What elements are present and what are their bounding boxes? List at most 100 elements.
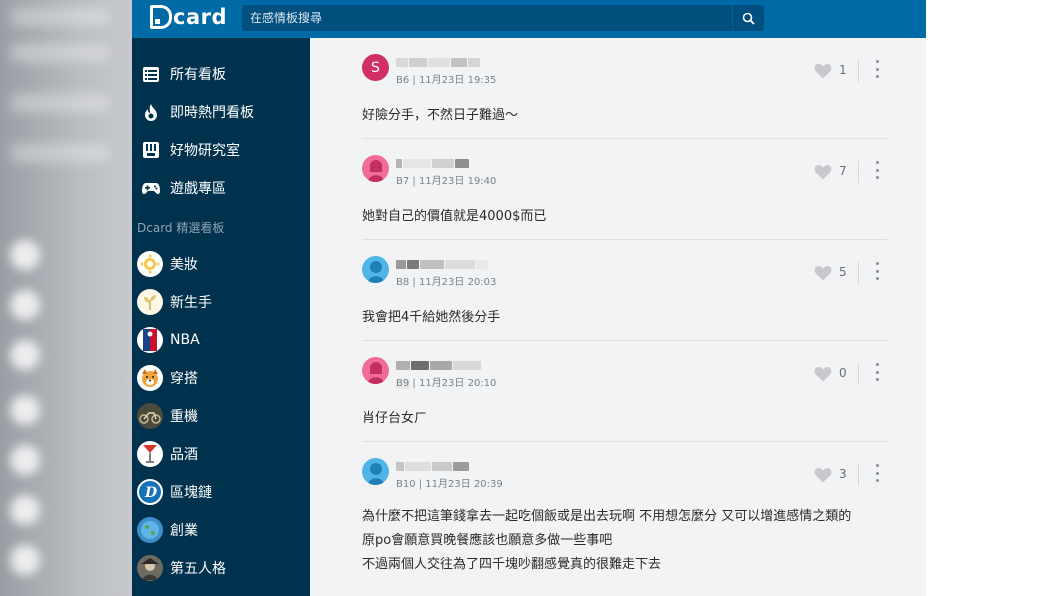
more-dot bbox=[875, 262, 879, 265]
more-options-button[interactable] bbox=[871, 161, 883, 179]
fire-icon bbox=[141, 102, 161, 122]
sidebar-board-blockchain[interactable]: D 區塊鏈 bbox=[132, 475, 310, 509]
blurred-username bbox=[396, 254, 496, 269]
dcard-logo[interactable]: card bbox=[150, 5, 227, 29]
comment-text: 我會把4千給她然後分手 bbox=[362, 310, 501, 325]
comment-meta: B9 | 11月23日 20:10 bbox=[396, 378, 497, 389]
comment-item: B9 | 11月23日 20:10 肖仔台女ㄏ 0 bbox=[362, 357, 887, 442]
sidebar-board-wine[interactable]: 品酒 bbox=[132, 437, 310, 471]
male-avatar-icon bbox=[368, 463, 384, 485]
bitcoin-icon: D bbox=[137, 479, 163, 505]
board-label: 創業 bbox=[170, 523, 198, 539]
sidebar-item-label: 好物研究室 bbox=[170, 143, 240, 159]
comment-meta: B6 | 11月23日 19:35 bbox=[396, 75, 497, 86]
makeup-icon bbox=[137, 251, 163, 277]
like-button[interactable] bbox=[814, 164, 832, 180]
board-label: NBA bbox=[170, 332, 200, 348]
board-label: 美妝 bbox=[170, 257, 198, 273]
comment-item: B7 | 11月23日 19:40 她對自己的價值就是4000$而已 7 bbox=[362, 155, 887, 240]
comment-meta: B8 | 11月23日 20:03 bbox=[396, 277, 497, 288]
heart-icon bbox=[814, 165, 832, 180]
sidebar-item-goods-lab[interactable]: 好物研究室 bbox=[132, 133, 310, 167]
board-label: 重機 bbox=[170, 409, 198, 425]
sidebar-item-label: 所有看板 bbox=[170, 67, 226, 83]
more-dot bbox=[875, 176, 879, 179]
search-bar bbox=[242, 5, 764, 31]
search-input[interactable] bbox=[242, 5, 732, 31]
more-dot bbox=[875, 277, 879, 280]
sidebar-item-all-boards[interactable]: 所有看板 bbox=[132, 57, 310, 91]
comment-list: S B6 | 11月23日 19:35 好險分手，不然日子難過～ 1 B7 | … bbox=[310, 38, 926, 596]
like-count: 0 bbox=[839, 366, 847, 380]
avatar: S bbox=[362, 54, 389, 81]
more-dot bbox=[875, 269, 879, 273]
divider bbox=[362, 239, 887, 240]
separator bbox=[858, 464, 859, 486]
comment-item: B10 | 11月23日 20:39 為什麼不把這筆錢拿去一起吃個飯或是出去玩啊… bbox=[362, 458, 887, 596]
sidebar-board-fashion[interactable]: 穿搭 bbox=[132, 361, 310, 395]
more-dot bbox=[875, 370, 879, 374]
avatar bbox=[362, 458, 389, 485]
sidebar-item-trending[interactable]: 即時熱門看板 bbox=[132, 95, 310, 129]
board-label: 穿搭 bbox=[170, 371, 198, 387]
search-icon bbox=[742, 12, 755, 25]
avatar bbox=[362, 155, 389, 182]
svg-text:D: D bbox=[144, 485, 157, 500]
like-count: 3 bbox=[839, 467, 847, 481]
like-button[interactable] bbox=[814, 63, 832, 79]
comment-text: 肖仔台女ㄏ bbox=[362, 411, 428, 426]
page-margin bbox=[926, 0, 1060, 596]
comment-text: 好險分手，不然日子難過～ bbox=[362, 108, 519, 123]
sidebar-item-label: 即時熱門看板 bbox=[170, 105, 254, 121]
blurred-username bbox=[396, 153, 496, 168]
more-dot bbox=[875, 471, 879, 475]
avatar-letter: S bbox=[371, 59, 380, 76]
sprout-icon bbox=[137, 289, 163, 315]
heart-icon bbox=[814, 468, 832, 483]
more-dot bbox=[875, 75, 879, 78]
like-button[interactable] bbox=[814, 265, 832, 281]
comment-item: B8 | 11月23日 20:03 我會把4千給她然後分手 5 bbox=[362, 256, 887, 341]
top-navbar: card bbox=[132, 0, 926, 38]
sidebar-board-startup[interactable]: 創業 bbox=[132, 513, 310, 547]
more-options-button[interactable] bbox=[871, 363, 883, 381]
sidebar-board-motorcycle[interactable]: 重機 bbox=[132, 399, 310, 433]
separator bbox=[858, 161, 859, 183]
blurred-username bbox=[396, 355, 496, 389]
like-button[interactable] bbox=[814, 467, 832, 483]
heart-icon bbox=[814, 367, 832, 382]
sidebar-item-games[interactable]: 遊戲專區 bbox=[132, 171, 310, 205]
separator bbox=[858, 363, 859, 385]
more-options-button[interactable] bbox=[871, 60, 883, 78]
sidebar-board-nba[interactable]: NBA bbox=[132, 323, 310, 357]
gamepad-icon bbox=[141, 178, 161, 198]
blurred-username bbox=[396, 52, 496, 67]
search-button[interactable] bbox=[732, 5, 764, 31]
nba-logo-icon bbox=[137, 327, 163, 353]
more-dot bbox=[875, 168, 879, 172]
separator bbox=[858, 262, 859, 284]
more-options-button[interactable] bbox=[871, 464, 883, 482]
board-label: 第五人格 bbox=[170, 561, 226, 577]
like-count: 7 bbox=[839, 164, 847, 178]
avatar bbox=[362, 357, 389, 384]
blurred-background bbox=[0, 0, 132, 596]
character-icon bbox=[137, 555, 163, 581]
globe-icon bbox=[137, 517, 163, 543]
board-label: 區塊鏈 bbox=[170, 485, 212, 501]
sidebar-board-makeup[interactable]: 美妝 bbox=[132, 247, 310, 281]
like-count: 1 bbox=[839, 63, 847, 77]
more-dot bbox=[875, 60, 879, 63]
comment-text: 為什麼不把這筆錢拿去一起吃個飯或是出去玩啊 不用想怎麼分 又可以增進感情之類的 … bbox=[362, 509, 852, 572]
sidebar-board-freshman[interactable]: 新生手 bbox=[132, 285, 310, 319]
more-dot bbox=[875, 161, 879, 164]
more-options-button[interactable] bbox=[871, 262, 883, 280]
sidebar: 所有看板 即時熱門看板 好物研究室 遊戲專區 Dcard 精選看板 美妝 新生手 bbox=[132, 38, 310, 596]
male-avatar-icon bbox=[368, 261, 384, 283]
motorcycle-icon bbox=[137, 403, 163, 429]
more-dot bbox=[875, 363, 879, 366]
sidebar-board-identity-v[interactable]: 第五人格 bbox=[132, 551, 310, 585]
heart-icon bbox=[814, 266, 832, 281]
like-button[interactable] bbox=[814, 366, 832, 382]
comment-item: S B6 | 11月23日 19:35 好險分手，不然日子難過～ 1 bbox=[362, 54, 887, 139]
